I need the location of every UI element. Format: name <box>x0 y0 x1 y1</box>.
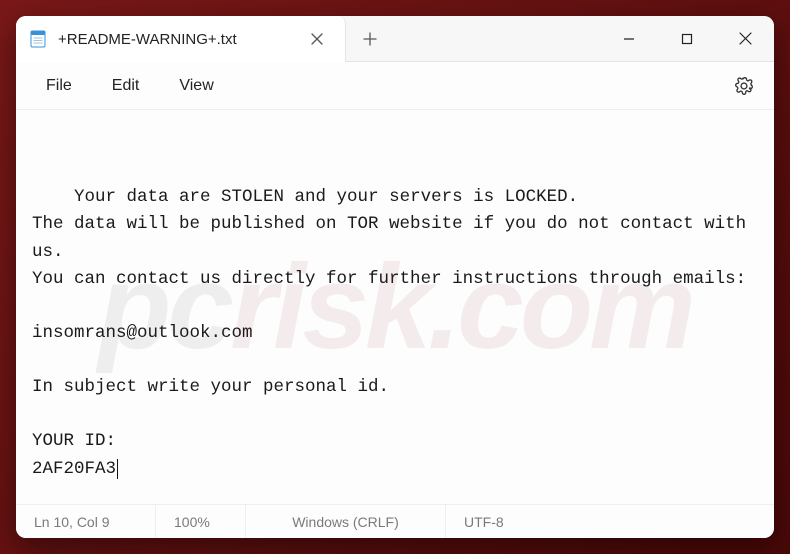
notepad-window: +README-WARNING+.txt <box>16 16 774 538</box>
watermark-prefix: pc <box>98 214 230 400</box>
window-controls <box>600 16 774 61</box>
watermark: pcrisk.com <box>16 110 774 504</box>
close-icon <box>311 33 323 45</box>
menubar: File Edit View <box>16 62 774 110</box>
status-line-endings[interactable]: Windows (CRLF) <box>246 505 446 538</box>
gear-icon <box>734 76 754 96</box>
text-caret <box>117 459 118 479</box>
close-window-button[interactable] <box>716 16 774 62</box>
menu-file[interactable]: File <box>26 69 92 103</box>
settings-button[interactable] <box>724 66 764 106</box>
menu-view[interactable]: View <box>159 69 233 103</box>
plus-icon <box>363 32 377 46</box>
minimize-button[interactable] <box>600 16 658 62</box>
minimize-icon <box>623 33 635 45</box>
watermark-suffix: risk.com <box>230 214 692 400</box>
tab-close-button[interactable] <box>303 25 331 53</box>
maximize-icon <box>681 33 693 45</box>
status-zoom[interactable]: 100% <box>156 505 246 538</box>
statusbar: Ln 10, Col 9 100% Windows (CRLF) UTF-8 <box>16 504 774 538</box>
menu-edit[interactable]: Edit <box>92 69 160 103</box>
status-position[interactable]: Ln 10, Col 9 <box>16 505 156 538</box>
document-text: Your data are STOLEN and your servers is… <box>32 187 757 478</box>
status-encoding[interactable]: UTF-8 <box>446 505 774 538</box>
text-area[interactable]: pcrisk.com Your data are STOLEN and your… <box>16 110 774 504</box>
titlebar-spacer <box>394 16 600 61</box>
tab-title: +README-WARNING+.txt <box>58 31 293 48</box>
titlebar: +README-WARNING+.txt <box>16 16 774 62</box>
close-icon <box>739 32 752 45</box>
notepad-icon <box>28 29 48 49</box>
new-tab-button[interactable] <box>346 16 394 61</box>
maximize-button[interactable] <box>658 16 716 62</box>
tab-active[interactable]: +README-WARNING+.txt <box>16 16 346 62</box>
